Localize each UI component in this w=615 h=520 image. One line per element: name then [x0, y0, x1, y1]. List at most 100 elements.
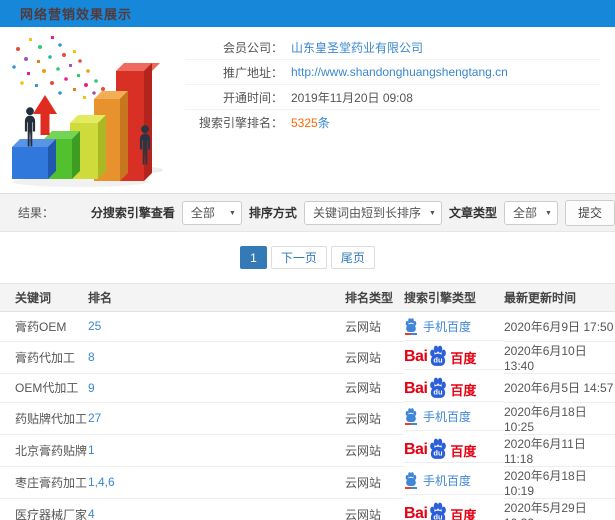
header-rank-type: 排名类型: [345, 283, 404, 312]
page-button-next[interactable]: 下一页: [270, 246, 327, 269]
rank-type-text: 云网站: [345, 381, 382, 395]
page-title: 网络营销效果展示: [20, 7, 133, 22]
baidu-bai-text: Bai: [404, 348, 428, 365]
mobile-paw-icon: [404, 407, 418, 425]
updated-text: 2020年6月18日 10:19: [504, 468, 587, 498]
engine-cell: Bai du 百度: [404, 498, 504, 520]
updated-cell: 2020年6月10日 13:40: [504, 341, 615, 374]
mobile-baidu-label: 手机百度: [423, 409, 472, 424]
submit-button[interactable]: 提交: [564, 199, 615, 226]
updated-cell: 2020年6月18日 10:25: [504, 402, 615, 435]
baidu-zh-text: 百度: [450, 351, 477, 366]
baidu-zh-text: 百度: [450, 383, 477, 398]
info-row-url: 推广地址： http://www.shandonghuangshengtang.…: [185, 60, 600, 85]
chevron-down-icon: ▼: [545, 209, 552, 217]
results-table: 关键词 排名 排名类型 搜索引擎类型 最新更新时间 膏药OEM 25 云网站 手…: [0, 283, 615, 520]
rank-cell: 1: [88, 434, 345, 467]
header-bar: 网络营销效果展示: [0, 0, 615, 27]
rank-count-suffix: 条: [317, 116, 330, 130]
page-button-current[interactable]: 1: [240, 246, 267, 269]
rank-cell: 25: [88, 311, 345, 342]
baidu-paw-icon: du: [430, 345, 447, 366]
rank-link[interactable]: 4: [88, 507, 95, 520]
table-row: 医疗器械厂家 4 云网站 Bai du 百度 2020年5月29日 10:32: [0, 498, 615, 520]
rank-link[interactable]: 25: [88, 319, 101, 333]
rank-count-value[interactable]: 5325条: [291, 114, 330, 131]
baidu-bai-text: Bai: [404, 441, 428, 458]
rank-link[interactable]: 8: [88, 350, 95, 364]
svg-text:du: du: [434, 388, 444, 397]
rank-cell: 1,4,6: [88, 466, 345, 499]
mobile-paw-icon: [404, 471, 418, 489]
rank-link[interactable]: 1,4,6: [88, 475, 115, 489]
table-row: 膏药代加工 8 云网站 Bai du 百度 2020年6月10日 13:40: [0, 341, 615, 374]
mobile-paw-icon: [404, 317, 418, 335]
open-time-value: 2019年11月20日 09:08: [291, 90, 413, 105]
mobile-baidu-label: 手机百度: [423, 319, 472, 334]
page: { "colors": { "header_bg": "#1687d9", "l…: [0, 0, 615, 520]
rank-type-text: 云网站: [345, 507, 382, 520]
svg-text:du: du: [434, 356, 444, 365]
updated-text: 2020年6月9日 17:50: [504, 319, 614, 334]
rank-link[interactable]: 27: [88, 411, 101, 425]
page-button-last[interactable]: 尾页: [330, 246, 375, 269]
header-keyword: 关键词: [0, 283, 88, 312]
engine-filter-label: 分搜索引擎查看: [90, 206, 175, 220]
sort-select[interactable]: 关键词由短到长排序 ▼: [303, 200, 442, 225]
baidu-paw-icon: du: [430, 438, 447, 459]
baidu-paw-icon: du: [430, 377, 447, 398]
engine-cell: 手机百度: [404, 312, 504, 341]
article-type-value: 全部: [512, 206, 537, 220]
table-head: 关键词 排名 排名类型 搜索引擎类型 最新更新时间: [0, 283, 615, 312]
table-header-row: 关键词 排名 排名类型 搜索引擎类型 最新更新时间: [0, 283, 615, 312]
promo-url-label: 推广地址：: [222, 65, 283, 80]
rank-type-cell: 云网站: [345, 434, 404, 467]
updated-cell: 2020年6月5日 14:57: [504, 373, 615, 403]
svg-text:du: du: [434, 513, 444, 520]
updated-text: 2020年6月5日 14:57: [504, 381, 614, 395]
article-type-select[interactable]: 全部 ▼: [503, 200, 558, 225]
rank-count-number: 5325: [291, 116, 318, 130]
chevron-down-icon: ▼: [228, 209, 236, 217]
info-section: 会员公司： 山东皇圣堂药业有限公司 推广地址： http://www.shand…: [0, 27, 615, 193]
table-body: 膏药OEM 25 云网站 手机百度 2020年6月9日 17:50 膏药代加工 …: [0, 311, 615, 520]
filter-bar: 结果： 分搜索引擎查看 全部 ▼ 排序方式 关键词由短到长排序 ▼ 文章类型 全…: [0, 193, 615, 232]
table-row: 枣庄膏药加工 1,4,6 云网站 手机百度 2020年6月18日 10:19: [0, 466, 615, 499]
up-arrow-icon: [33, 95, 57, 135]
baidu-zh-text: 百度: [450, 508, 477, 520]
rank-type-cell: 云网站: [345, 341, 404, 374]
rank-type-text: 云网站: [345, 350, 382, 365]
keyword-text: 枣庄膏药加工: [15, 475, 88, 490]
keyword-text: 北京膏药贴牌: [15, 443, 88, 458]
keyword-cell: OEM代加工: [0, 373, 88, 403]
baidu-logo: Bai du 百度: [404, 345, 477, 366]
rank-type-text: 云网站: [345, 475, 382, 490]
keyword-text: 膏药代加工: [15, 350, 76, 365]
rank-cell: 8: [88, 341, 345, 374]
table-row: OEM代加工 9 云网站 Bai du 百度 2020年6月5日 14:57: [0, 373, 615, 403]
rank-type-cell: 云网站: [345, 466, 404, 499]
engine-cell: 手机百度: [404, 402, 504, 431]
baidu-bai-text: Bai: [404, 505, 428, 520]
article-type-label: 文章类型: [448, 206, 497, 220]
engine-cell: 手机百度: [404, 466, 504, 495]
rank-link[interactable]: 1: [88, 443, 95, 457]
engine-cell: Bai du 百度: [404, 434, 504, 463]
header-engine-type: 搜索引擎类型: [404, 283, 504, 312]
info-fields: 会员公司： 山东皇圣堂药业有限公司 推广地址： http://www.shand…: [185, 27, 615, 193]
updated-cell: 2020年6月9日 17:50: [504, 311, 615, 342]
rank-type-cell: 云网站: [345, 498, 404, 520]
company-link[interactable]: 山东皇圣堂药业有限公司: [291, 39, 423, 56]
keyword-cell: 北京膏药贴牌: [0, 434, 88, 467]
mobile-paw-underline: [405, 422, 417, 425]
header-updated: 最新更新时间: [504, 283, 615, 312]
engine-select[interactable]: 全部 ▼: [181, 200, 242, 225]
keyword-cell: 枣庄膏药加工: [0, 466, 88, 499]
promo-url-link[interactable]: http://www.shandonghuangshengtang.cn: [291, 65, 508, 79]
company-label: 会员公司：: [222, 40, 283, 55]
engine-cell: Bai du 百度: [404, 373, 504, 402]
rank-link[interactable]: 9: [88, 381, 95, 395]
engine-select-value: 全部: [190, 206, 215, 220]
sort-filter-label: 排序方式: [248, 206, 297, 220]
mobile-paw-underline: [405, 332, 417, 335]
